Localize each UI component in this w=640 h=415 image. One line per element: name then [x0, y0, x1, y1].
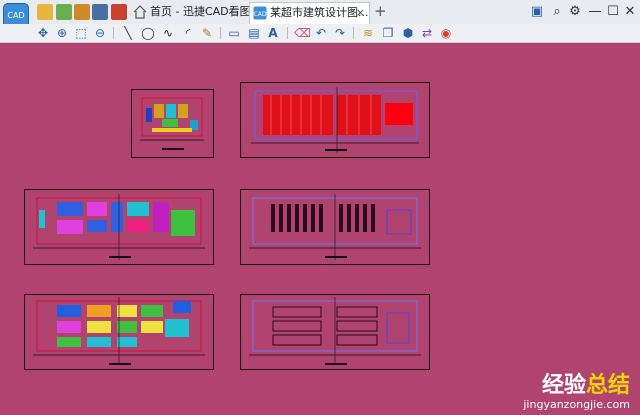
- drawing-sheet[interactable]: [24, 189, 214, 265]
- drawing-sheet[interactable]: [240, 294, 430, 370]
- eraser-icon[interactable]: ⌫: [294, 25, 311, 41]
- close-button[interactable]: ✕: [621, 3, 639, 21]
- layers-icon[interactable]: ≋: [360, 25, 376, 41]
- tab-document-label: 某超市建筑设计图...: [270, 6, 369, 19]
- home-icon: [133, 5, 147, 19]
- close-tab-icon[interactable]: ×: [356, 3, 365, 23]
- pen-icon[interactable]: ✎: [199, 25, 215, 41]
- drawing-sheet[interactable]: [240, 82, 430, 158]
- drawing-sheet[interactable]: [131, 89, 214, 158]
- drawing-sheet[interactable]: [24, 294, 214, 370]
- circle-icon[interactable]: ◯: [140, 25, 156, 41]
- tab-document[interactable]: CAD 某超市建筑设计图... ×: [249, 2, 370, 24]
- settings-folder-icon[interactable]: [111, 4, 127, 20]
- settings-icon[interactable]: ⚙: [566, 3, 584, 21]
- new-tab-icon[interactable]: +: [374, 3, 387, 19]
- floor-plan-drawing: [251, 87, 419, 153]
- line-icon[interactable]: ╲: [120, 25, 136, 41]
- redo-icon[interactable]: ↷: [332, 25, 348, 41]
- zoom-window-icon[interactable]: ⊕: [54, 25, 70, 41]
- copy-icon[interactable]: ❐: [380, 25, 396, 41]
- open-folder-icon[interactable]: [37, 4, 53, 20]
- open-recent-icon[interactable]: [56, 4, 72, 20]
- polyline-icon[interactable]: ∿: [160, 25, 176, 41]
- drawing-canvas[interactable]: 经验总结 jingyanzongjie.com: [0, 43, 640, 415]
- zoom-realtime-icon[interactable]: ⊖: [92, 25, 108, 41]
- floor-plan-drawing: [140, 97, 204, 150]
- layout-icon[interactable]: ▤: [246, 25, 262, 41]
- match-icon[interactable]: ⇄: [419, 25, 435, 41]
- undo-icon[interactable]: ↶: [313, 25, 329, 41]
- pin-icon[interactable]: ▣: [528, 3, 546, 21]
- print-icon[interactable]: [92, 4, 108, 20]
- toolbar: ✥ ⊕ ⬚ ⊖ ╲ ◯ ∿ ◜ ✎ ▭ ▤ A ⌫ ↶ ↷ ≋ ❐ ⬢ ⇄ ◉: [0, 24, 640, 43]
- tab-home-label: 首页 - 迅捷CAD看图: [150, 5, 251, 18]
- floor-plan-drawing: [33, 297, 205, 365]
- toolbar-separator: [113, 27, 114, 39]
- toolbar-separator: [220, 27, 221, 39]
- rectangle-icon[interactable]: ▭: [226, 25, 242, 41]
- text-icon[interactable]: A: [265, 25, 281, 41]
- toolbar-separator: [287, 27, 288, 39]
- drawing-sheet[interactable]: [240, 189, 430, 265]
- svg-text:CAD: CAD: [254, 11, 267, 18]
- 3d-icon[interactable]: ⬢: [400, 25, 416, 41]
- arc-icon[interactable]: ◜: [180, 25, 196, 41]
- maximize-button[interactable]: ☐: [604, 3, 622, 21]
- watermark-url: jingyanzongjie.com: [523, 398, 630, 411]
- floor-plan-drawing: [249, 194, 421, 260]
- color-wheel-icon[interactable]: ◉: [438, 25, 454, 41]
- floor-plan-drawing: [33, 194, 205, 260]
- floor-plan-drawing: [249, 297, 421, 365]
- watermark: 经验总结 jingyanzongjie.com: [523, 373, 630, 412]
- cad-file-icon: CAD: [253, 6, 267, 20]
- toolbar-separator: [353, 27, 354, 39]
- title-bar: CAD 首页 - 迅捷CAD看图 CAD 某超市建筑设计图... × + ▣ ⌕…: [0, 0, 640, 29]
- zoom-extents-icon[interactable]: ⬚: [73, 25, 89, 41]
- zoom-icon[interactable]: ⌕: [548, 3, 566, 21]
- save-icon[interactable]: [74, 4, 90, 20]
- pan-icon[interactable]: ✥: [35, 25, 51, 41]
- minimize-button[interactable]: —: [586, 3, 604, 21]
- watermark-title: 经验总结: [541, 373, 630, 398]
- tab-home[interactable]: 首页 - 迅捷CAD看图: [130, 2, 251, 24]
